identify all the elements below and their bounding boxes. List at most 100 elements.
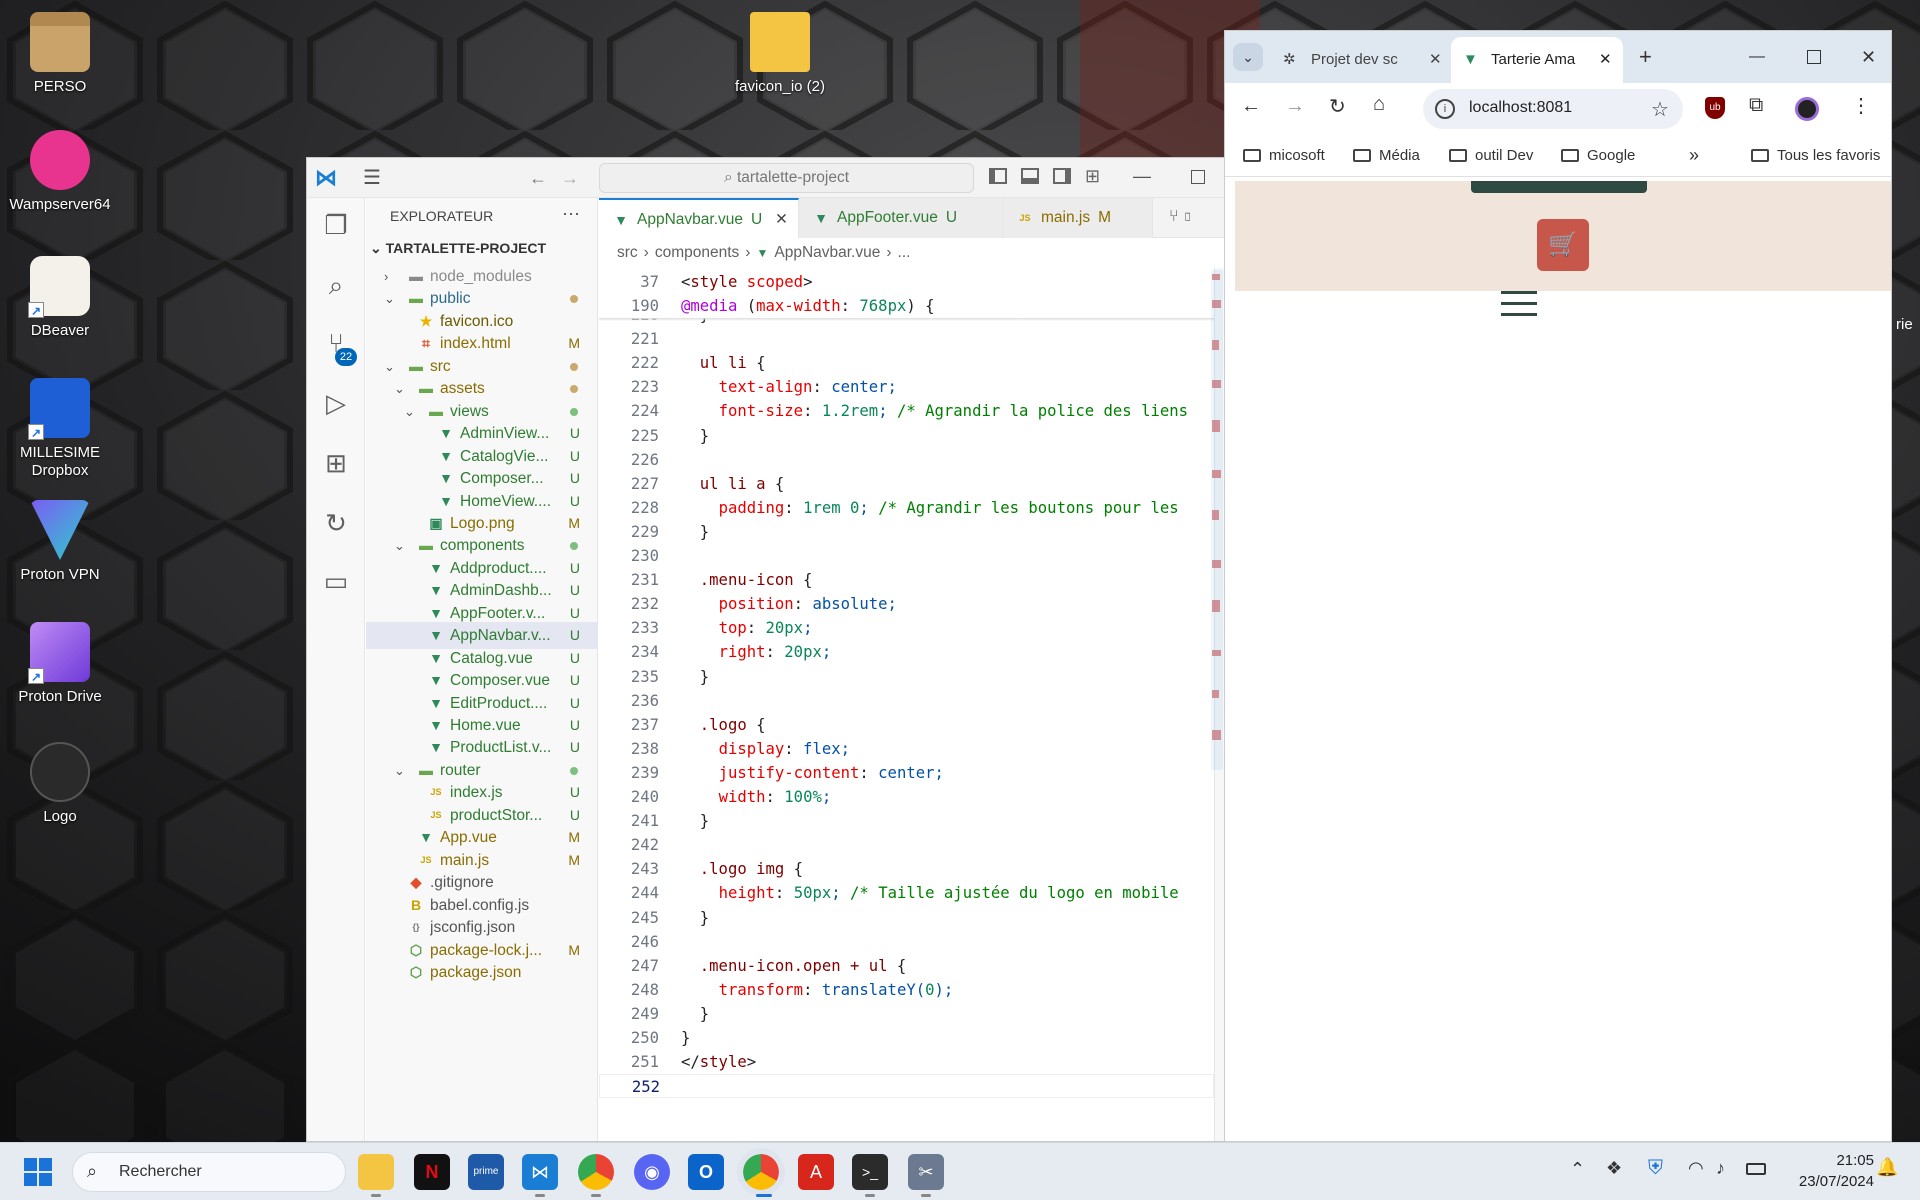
command-search-box[interactable]: ⌕ tartalette-project xyxy=(599,163,974,193)
code-line[interactable]: 239 justify-content: center; xyxy=(599,761,1214,785)
notification-bell-icon[interactable]: 🔔 xyxy=(1876,1157,1898,1178)
project-header[interactable]: ⌄ TARTALETTE-PROJECT xyxy=(370,240,546,257)
snipping-tool-icon[interactable]: ✂ xyxy=(908,1154,944,1190)
tab-overflow-icon[interactable]: ⑂ ▯ xyxy=(1169,208,1193,226)
desktop-icon-favicon-io[interactable]: favicon_io (2) xyxy=(720,12,840,96)
nav-button-partial[interactable] xyxy=(1471,181,1647,193)
editor-tab[interactable]: ▼ AppNavbar.vue U ✕ xyxy=(599,198,799,238)
desktop-icon-dropbox[interactable]: ↗ MILLESIME Dropbox xyxy=(0,378,120,480)
search-icon[interactable]: ⌕ xyxy=(319,268,353,302)
discord-icon[interactable]: ◉ xyxy=(634,1154,670,1190)
code-line[interactable]: 234 right: 20px; xyxy=(599,640,1214,664)
breadcrumb-item[interactable]: AppNavbar.vue xyxy=(774,244,880,261)
code-line[interactable]: 242 xyxy=(599,833,1214,857)
clock[interactable]: 21:05 23/07/2024 xyxy=(1782,1150,1874,1192)
toggle-sidebar-icon[interactable] xyxy=(989,168,1007,184)
vscode-window[interactable]: ⋈ ☰ ← → ⌕ tartalette-project ⊞ — ❐ ⌕ ⑂ 2… xyxy=(306,157,1226,1142)
bookmark-google[interactable]: Google xyxy=(1561,135,1635,177)
extensions-icon[interactable]: ⧉ xyxy=(1749,94,1763,117)
editor-tab[interactable]: ▼ AppFooter.vue U xyxy=(799,198,1003,238)
new-tab-icon[interactable]: + xyxy=(1639,43,1652,71)
code-line[interactable]: 225 } xyxy=(599,424,1214,448)
code-line[interactable]: 248 transform: translateY(0); xyxy=(599,978,1214,1002)
code-line[interactable]: 252 xyxy=(599,1074,1214,1099)
code-line[interactable]: 243 .logo img { xyxy=(599,857,1214,881)
minimize-icon[interactable]: — xyxy=(1749,43,1765,71)
vscode-icon[interactable]: ⋈ xyxy=(522,1154,558,1190)
bookmark-media[interactable]: Média xyxy=(1353,135,1420,177)
code-line[interactable]: 222 ul li { xyxy=(599,351,1214,375)
desktop-icon-dbeaver[interactable]: ↗ DBeaver xyxy=(0,256,120,340)
code-line[interactable]: 230 xyxy=(599,544,1214,568)
nav-back-icon[interactable]: ← xyxy=(529,166,547,190)
forward-icon[interactable]: → xyxy=(1285,95,1305,118)
desktop-icon-proton-drive[interactable]: ↗ Proton Drive xyxy=(0,622,120,706)
start-button[interactable] xyxy=(24,1158,52,1186)
all-bookmarks[interactable]: Tous les favoris xyxy=(1751,135,1880,177)
live-share-icon[interactable]: ↻ xyxy=(319,506,353,540)
sticky-scroll-line[interactable]: 37 <style scoped> xyxy=(599,270,1214,294)
ublock-icon[interactable]: ub xyxy=(1705,97,1725,119)
tree-item[interactable]: ⬡ package.json xyxy=(366,959,597,986)
show-hidden-icons[interactable]: ⌃ xyxy=(1570,1159,1585,1180)
code-line[interactable]: 231 .menu-icon { xyxy=(599,568,1214,592)
defender-shield-icon[interactable]: ⛨ xyxy=(1648,1157,1663,1180)
desktop-icon-logo[interactable]: Logo xyxy=(0,742,120,826)
close-tab-icon[interactable]: ✕ xyxy=(1599,37,1612,83)
address-bar[interactable]: i localhost:8081 ☆ xyxy=(1423,89,1683,129)
code-line[interactable]: 246 xyxy=(599,930,1214,954)
chrome-tab-tarterie[interactable]: ▼ Tarterie Ama ✕ xyxy=(1451,37,1623,83)
code-line[interactable]: 228 padding: 1rem 0; /* Agrandir les bou… xyxy=(599,496,1214,520)
code-line[interactable]: 250} xyxy=(599,1026,1214,1050)
explorer-icon[interactable]: ❐ xyxy=(319,208,353,242)
maximize-icon[interactable] xyxy=(1807,50,1821,64)
code-line[interactable]: 241 } xyxy=(599,809,1214,833)
code-line[interactable]: 235 } xyxy=(599,665,1214,689)
wifi-icon[interactable]: ◠ xyxy=(1688,1158,1704,1179)
site-info-icon[interactable]: i xyxy=(1435,99,1455,119)
code-line[interactable]: 238 display: flex; xyxy=(599,737,1214,761)
sticky-scroll-line[interactable]: 190 @media (max-width: 768px) { xyxy=(599,294,1214,318)
nav-forward-icon[interactable]: → xyxy=(561,166,579,190)
code-line[interactable]: 233 top: 20px; xyxy=(599,616,1214,640)
back-icon[interactable]: ← xyxy=(1241,95,1261,118)
code-line[interactable]: 229 } xyxy=(599,520,1214,544)
tab-search-button[interactable]: ⌄ xyxy=(1233,43,1263,71)
code-editor[interactable]: 220 }221222 ul li {223 text-align: cente… xyxy=(599,268,1214,1141)
close-tab-icon[interactable]: ✕ xyxy=(1429,37,1442,83)
menu-icon[interactable]: ☰ xyxy=(363,166,381,190)
desktop-icon-perso[interactable]: PERSO xyxy=(0,12,120,96)
profile-avatar[interactable] xyxy=(1795,97,1819,121)
breadcrumb-item[interactable]: src xyxy=(617,244,638,261)
code-line[interactable]: 226 xyxy=(599,448,1214,472)
remote-explorer-icon[interactable]: ▭ xyxy=(319,564,353,598)
chrome-icon[interactable] xyxy=(737,1148,785,1196)
editor-tab[interactable]: JS main.js M xyxy=(1003,198,1153,238)
prime-video-icon[interactable]: prime xyxy=(468,1154,504,1190)
taskbar-search[interactable]: ⌕ Rechercher xyxy=(72,1152,346,1192)
more-menu-icon[interactable]: ⋮ xyxy=(1851,93,1871,118)
reload-icon[interactable]: ↻ xyxy=(1329,94,1346,119)
code-line[interactable]: 245 } xyxy=(599,906,1214,930)
code-line[interactable]: 240 width: 100%; xyxy=(599,785,1214,809)
battery-icon[interactable] xyxy=(1746,1163,1766,1175)
dropbox-tray-icon[interactable]: ❖ xyxy=(1606,1158,1622,1179)
maximize-icon[interactable] xyxy=(1191,170,1205,184)
toggle-secondary-sidebar-icon[interactable] xyxy=(1053,168,1071,184)
extensions-icon[interactable]: ⊞ xyxy=(319,446,353,480)
bookmark-outil-dev[interactable]: outil Dev xyxy=(1449,135,1533,177)
more-actions-icon[interactable]: ⋯ xyxy=(562,204,580,225)
code-line[interactable]: 232 position: absolute; xyxy=(599,592,1214,616)
file-explorer-icon[interactable] xyxy=(358,1154,394,1190)
code-line[interactable]: 247 .menu-icon.open + ul { xyxy=(599,954,1214,978)
code-line[interactable]: 223 text-align: center; xyxy=(599,375,1214,399)
cart-button[interactable]: 🛒 xyxy=(1537,219,1589,271)
desktop-icon-wampserver[interactable]: Wampserver64 xyxy=(0,130,120,214)
customize-layout-icon[interactable]: ⊞ xyxy=(1085,166,1100,186)
code-line[interactable]: 221 xyxy=(599,327,1214,351)
code-line[interactable]: 237 .logo { xyxy=(599,713,1214,737)
hamburger-menu-icon[interactable] xyxy=(1501,291,1537,319)
more-bookmarks-icon[interactable]: » xyxy=(1689,145,1699,166)
netflix-icon[interactable]: N xyxy=(414,1154,450,1190)
close-window-icon[interactable]: ✕ xyxy=(1861,43,1876,71)
